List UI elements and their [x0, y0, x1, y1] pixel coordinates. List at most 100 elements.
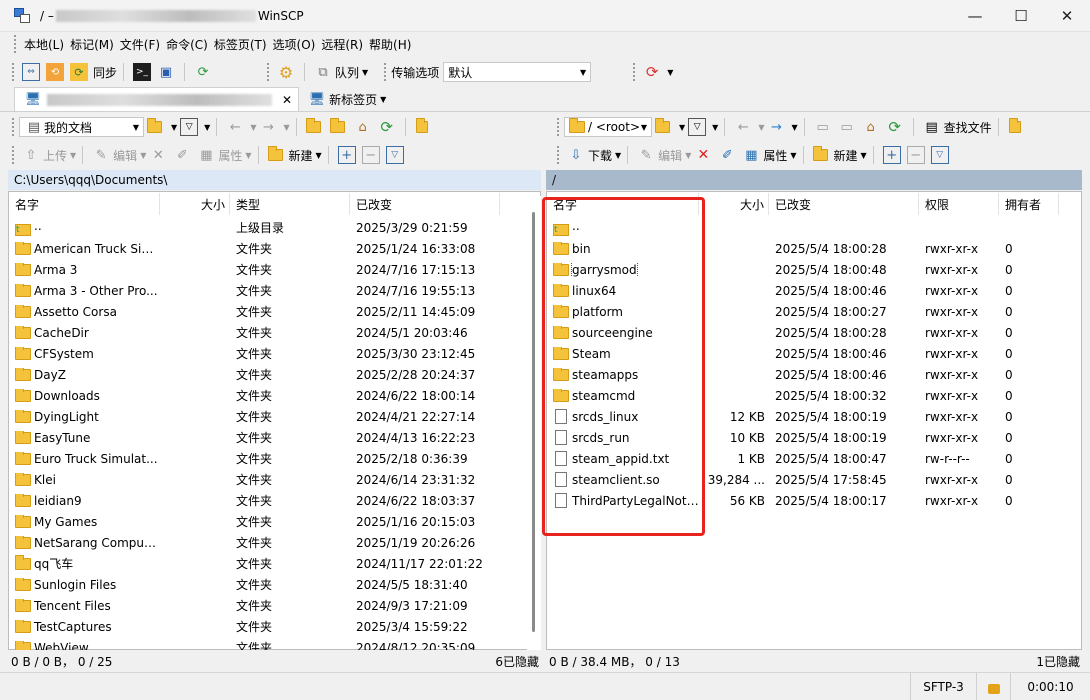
local-col-size[interactable]: 大小	[160, 193, 230, 215]
download-dropdown-icon[interactable]: ▼	[615, 151, 621, 160]
parent-directory-icon[interactable]: ▭	[814, 118, 832, 136]
find-files-icon[interactable]: ▤	[923, 118, 941, 136]
properties-button[interactable]: 属性	[218, 147, 242, 164]
remote-file-row[interactable]: steamcmd 2025/5/4 18:00:32 rwxr-xr-x 0	[547, 385, 1081, 406]
remote-file-row[interactable]: t..	[547, 217, 1081, 238]
local-file-row[interactable]: Arma 3 文件夹 2024/7/16 17:15:13	[9, 259, 527, 280]
encryption-indicator[interactable]	[976, 672, 1010, 700]
remote-file-row[interactable]: srcds_linux 12 KB 2025/5/4 18:00:19 rwxr-xr…	[547, 406, 1081, 427]
compare-directories-icon[interactable]: ⇔	[22, 63, 40, 81]
putty-icon[interactable]: ▣	[157, 63, 175, 81]
forward-dropdown-icon[interactable]: ▼	[791, 123, 797, 132]
forward-arrow-icon[interactable]: →	[259, 118, 277, 136]
toolbar-grip[interactable]	[12, 63, 15, 81]
tab-new[interactable]: 🖥 新标签页 ▼	[299, 87, 392, 111]
local-file-row[interactable]: leidian9 文件夹 2024/6/22 18:03:37	[9, 490, 527, 511]
filter-dropdown-icon[interactable]: ▼	[204, 123, 210, 132]
local-file-row[interactable]: Assetto Corsa 文件夹 2025/2/11 14:45:09	[9, 301, 527, 322]
remote-file-row[interactable]: garrysmod 2025/5/4 18:00:48 rwxr-xr-x 0	[547, 259, 1081, 280]
synchronize-icon[interactable]: ⟳	[70, 63, 88, 81]
queue-icon[interactable]: ⧉	[314, 63, 332, 81]
new-button[interactable]: 新建	[289, 147, 313, 164]
reconnect-dropdown-icon[interactable]: ▼	[667, 68, 673, 77]
local-file-row[interactable]: EasyTune 文件夹 2024/4/13 16:22:23	[9, 427, 527, 448]
local-file-row[interactable]: CacheDir 文件夹 2024/5/1 20:03:46	[9, 322, 527, 343]
remote-col-name[interactable]: 名字	[547, 193, 699, 215]
new-button[interactable]: 新建	[834, 147, 858, 164]
local-file-row[interactable]: t.. 上级目录 2025/3/29 0:21:59	[9, 217, 527, 238]
download-button[interactable]: 下载	[588, 147, 612, 164]
queue-dropdown-icon[interactable]: ▼	[362, 68, 368, 77]
edit-dropdown-icon[interactable]: ▼	[685, 151, 691, 160]
edit-icon[interactable]: ✎	[92, 146, 110, 164]
tree-view-icon[interactable]	[415, 118, 433, 136]
new-folder-icon[interactable]	[267, 146, 286, 164]
refresh-sessions-icon[interactable]: ⟳	[194, 63, 212, 81]
local-col-name[interactable]: 名字	[9, 193, 160, 215]
local-file-row[interactable]: DayZ 文件夹 2025/2/28 20:24:37	[9, 364, 527, 385]
local-file-row[interactable]: qq飞车 文件夹 2024/11/17 22:01:22	[9, 553, 527, 574]
remote-file-row[interactable]: steamclient.so 39,284 ... 2025/5/4 17:58:4…	[547, 469, 1081, 490]
invert-selection-icon[interactable]: ▽	[385, 146, 404, 164]
properties-icon[interactable]: ▦	[742, 146, 760, 164]
menu-help[interactable]: 帮助(H)	[366, 36, 414, 53]
remote-col-rights[interactable]: 权限	[919, 193, 999, 215]
new-folder-icon[interactable]	[812, 146, 831, 164]
menu-files[interactable]: 文件(F)	[117, 36, 163, 53]
root-directory-icon[interactable]: ▭	[838, 118, 856, 136]
properties-icon[interactable]: ▦	[197, 146, 215, 164]
remote-hidden-count[interactable]: 1已隐藏	[1036, 653, 1082, 670]
rename-icon[interactable]: ✐	[173, 146, 191, 164]
local-path-select[interactable]: ▤ 我的文档 ▼	[19, 117, 144, 137]
local-file-row[interactable]: My Games 文件夹 2025/1/16 20:15:03	[9, 511, 527, 532]
local-file-row[interactable]: CFSystem 文件夹 2025/3/30 23:12:45	[9, 343, 527, 364]
remote-col-size[interactable]: 大小	[699, 193, 769, 215]
remote-file-row[interactable]: steam_appid.txt 1 KB 2025/5/4 18:00:47 rw-r…	[547, 448, 1081, 469]
back-dropdown-icon[interactable]: ▼	[250, 123, 256, 132]
forward-arrow-icon[interactable]: →	[767, 118, 785, 136]
invert-selection-icon[interactable]: ▽	[930, 146, 949, 164]
local-file-row[interactable]: WebView 文件夹 2024/8/12 20:35:09	[9, 637, 527, 650]
local-file-row[interactable]: Sunlogin Files 文件夹 2024/5/5 18:31:40	[9, 574, 527, 595]
tab-close-icon[interactable]: ✕	[282, 93, 292, 107]
menu-mark[interactable]: 标记(M)	[67, 36, 117, 53]
synchronize-label[interactable]: 同步	[93, 64, 117, 81]
menu-options[interactable]: 选项(O)	[270, 36, 319, 53]
rename-icon[interactable]: ✐	[718, 146, 736, 164]
home-icon[interactable]: ⌂	[862, 118, 880, 136]
remote-path-select[interactable]: / <root> ▼	[564, 117, 652, 137]
back-arrow-icon[interactable]: ←	[226, 118, 244, 136]
tab-session[interactable]: 🖥 ✕	[14, 87, 300, 111]
upload-dropdown-icon[interactable]: ▼	[70, 151, 76, 160]
terminal-icon[interactable]: >_	[133, 63, 152, 81]
close-button[interactable]: ✕	[1044, 0, 1090, 32]
upload-button[interactable]: 上传	[43, 147, 67, 164]
reconnect-icon[interactable]: ⟳	[643, 63, 661, 81]
local-file-row[interactable]: Tencent Files 文件夹 2024/9/3 17:21:09	[9, 595, 527, 616]
remote-col-owner[interactable]: 拥有者	[999, 193, 1059, 215]
delete-icon[interactable]: ✕	[149, 146, 167, 164]
remote-file-row[interactable]: srcds_run 10 KB 2025/5/4 18:00:19 rwxr-xr-x…	[547, 427, 1081, 448]
menu-local[interactable]: 本地(L)	[21, 36, 67, 53]
local-file-row[interactable]: American Truck Sim... 文件夹 2025/1/24 16:33:…	[9, 238, 527, 259]
local-file-row[interactable]: TestCaptures 文件夹 2025/3/4 15:59:22	[9, 616, 527, 637]
unselect-minus-icon[interactable]: −	[906, 146, 925, 164]
filter-dropdown-icon[interactable]: ▼	[712, 123, 718, 132]
select-all-plus-icon[interactable]: +	[882, 146, 901, 164]
select-all-plus-icon[interactable]: +	[337, 146, 356, 164]
menu-remote[interactable]: 远程(R)	[318, 36, 366, 53]
local-hidden-count[interactable]: 6已隐藏	[495, 653, 541, 670]
delete-icon[interactable]: ✕	[694, 146, 712, 164]
remote-file-row[interactable]: linux64 2025/5/4 18:00:46 rwxr-xr-x 0	[547, 280, 1081, 301]
new-dropdown-icon[interactable]: ▼	[316, 151, 322, 160]
menu-commands[interactable]: 命令(C)	[163, 36, 211, 53]
download-icon[interactable]: ⇩	[567, 146, 585, 164]
filter-icon[interactable]: ▽	[688, 118, 707, 136]
tree-view-icon[interactable]	[1008, 118, 1026, 136]
open-dropdown-icon[interactable]: ▼	[171, 123, 177, 132]
root-directory-icon[interactable]	[329, 118, 348, 136]
remote-file-row[interactable]: bin 2025/5/4 18:00:28 rwxr-xr-x 0	[547, 238, 1081, 259]
preferences-gear-icon[interactable]: ⚙	[277, 63, 295, 82]
remote-path-bar[interactable]: /	[546, 170, 1082, 190]
edit-icon[interactable]: ✎	[637, 146, 655, 164]
